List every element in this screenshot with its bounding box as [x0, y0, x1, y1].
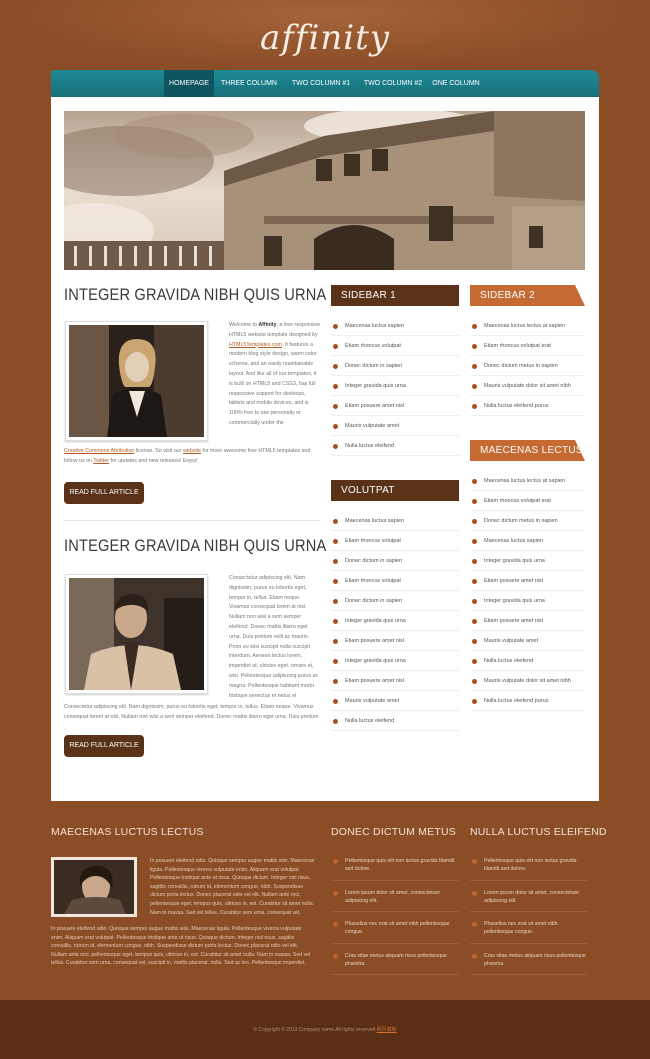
woman-portrait-photo [54, 860, 134, 914]
footer-col-3-link[interactable]: Lorem ipsum dolor sit amet, consectetuer… [470, 889, 588, 913]
hero-banner-image [64, 111, 585, 270]
businessman-photo [69, 578, 204, 690]
site-logo[interactable]: affinity [0, 18, 650, 58]
post-image-businesswoman [65, 321, 208, 441]
sidebar-1-list: Maecenas luctus sapien Etiam rhoncus vol… [331, 316, 459, 456]
maecenas-link[interactable]: Integer gravida quis urna [470, 591, 585, 611]
sidebar-1-link[interactable]: Mauris vulputate amet [331, 416, 459, 436]
copyright-link[interactable]: 网页模板 [377, 1027, 397, 1033]
sidebar-1-link[interactable]: Maecenas luctus sapien [331, 316, 459, 336]
sidebar-1-link[interactable]: Nulla luctus eleifend [331, 436, 459, 456]
copyright-text: © Copyright © 2013 Company name All righ… [253, 1027, 397, 1033]
nav-item-two-column-1[interactable]: TWO COLUMN #1 [287, 70, 355, 97]
footer-col-2-heading: DONEC DICTUM METUS [331, 826, 456, 838]
creative-commons-link[interactable]: Creative Commons Attribution [64, 448, 134, 454]
footer-col-1-heading: MAECENAS LUCTUS LECTUS [51, 826, 204, 838]
businesswoman-photo [69, 325, 204, 437]
footer-col-2-link[interactable]: Cras vitae metus aliquam risus pellentes… [331, 952, 459, 976]
volutpat-link[interactable]: Maecenas luctus sapien [331, 511, 459, 531]
maecenas-link[interactable]: Etiam posuere amet nisl [470, 611, 585, 631]
sidebar-2-link[interactable]: Etiam rhoncus volutpat erat [470, 336, 585, 356]
sidebar-1-link[interactable]: Etiam posuere amet nisl [331, 396, 459, 416]
post-title[interactable]: INTEGER GRAVIDA NIBH QUIS URNA [64, 536, 326, 556]
maecenas-link[interactable]: Integer gravida quis urna [470, 551, 585, 571]
html5templates-link[interactable]: HTML5Templates.com [229, 342, 282, 348]
maecenas-lectus-heading: MAECENAS LECTUS [470, 440, 585, 461]
maecenas-link[interactable]: Mauris vulputate amet [470, 631, 585, 651]
building-illustration [64, 111, 585, 270]
volutpat-link[interactable]: Etiam rhoncus volutpat [331, 571, 459, 591]
post-title[interactable]: INTEGER GRAVIDA NIBH QUIS URNA [64, 285, 326, 305]
nav-item-three-column[interactable]: THREE COLUMN [219, 70, 279, 97]
volutpat-link[interactable]: Integer gravida quis urna [331, 611, 459, 631]
volutpat-link[interactable]: Mauris vulputate amet [331, 691, 459, 711]
sidebar-2-link[interactable]: Mauris vulputate dolor sit amet nibh [470, 376, 585, 396]
footer-col-3-link[interactable]: Pellentesque quis elit non lectus gravid… [470, 857, 588, 881]
volutpat-list: Maecenas luctus sapien Etiam rhoncus vol… [331, 511, 459, 731]
maecenas-link[interactable]: Etiam rhoncus volutpat erat [470, 491, 585, 511]
post-divider [64, 520, 321, 521]
footer-col-3-heading: NULLA LUCTUS ELEIFEND [470, 826, 607, 838]
post-excerpt-1a: Welcome to Affinity, a free responsive H… [229, 322, 321, 426]
sidebar-2-list: Maecenas luctus lectus at sapien Etiam r… [470, 316, 585, 416]
footer-col-3-list: Pellentesque quis elit non lectus gravid… [470, 857, 588, 983]
twitter-link[interactable]: Twitter [93, 458, 109, 464]
post-excerpt-2b: Consectetur adipiscing elit. Nam digniss… [64, 704, 319, 720]
volutpat-link[interactable]: Etiam posuere amet nisl [331, 671, 459, 691]
nav-item-two-column-2[interactable]: TWO COLUMN #2 [359, 70, 427, 97]
footer-avatar-image [51, 857, 137, 917]
nav-item-one-column[interactable]: ONE COLUMN [431, 70, 481, 97]
volutpat-link[interactable]: Integer gravida quis urna [331, 651, 459, 671]
footer-col-2-link[interactable]: Phasellus nec erat sit amet nibh pellent… [331, 920, 459, 944]
maecenas-link[interactable]: Nulla luctus eleifend [470, 651, 585, 671]
footer-col-2-list: Pellentesque quis elit non lectus gravid… [331, 857, 459, 983]
maecenas-link[interactable]: Donec dictum metus in sapien [470, 511, 585, 531]
maecenas-lectus-list: Maecenas luctus lectus at sapien Etiam r… [470, 471, 585, 711]
sidebar-2-link[interactable]: Donec dictum metus in sapien [470, 356, 585, 376]
footer-col-2-link[interactable]: Pellentesque quis elit non lectus gravid… [331, 857, 459, 881]
post-excerpt-1b: Creative Commons Attribution license. So… [64, 448, 311, 464]
volutpat-link[interactable]: Donec dictum in sapien [331, 591, 459, 611]
footer-col-3-link[interactable]: Cras vitae metus aliquam risus pellentes… [470, 952, 588, 976]
sidebar-2-heading: SIDEBAR 2 [470, 285, 585, 306]
sidebar-2-link[interactable]: Nulla luctus eleifend purus [470, 396, 585, 416]
volutpat-link[interactable]: Nulla luctus eleifend [331, 711, 459, 731]
nav-item-homepage[interactable]: HOMEPAGE [164, 70, 214, 97]
volutpat-link[interactable]: Donec dictum in sapien [331, 551, 459, 571]
post-image-businessman [65, 574, 208, 694]
sidebar-1-link[interactable]: Integer gravida quis urna [331, 376, 459, 396]
volutpat-link[interactable]: Etiam posuere amet nisl [331, 631, 459, 651]
sidebar-1-link[interactable]: Etiam rhoncus volutpat [331, 336, 459, 356]
maecenas-link[interactable]: Nulla luctus eleifend purus [470, 691, 585, 711]
volutpat-link[interactable]: Etiam rhoncus volutpat [331, 531, 459, 551]
maecenas-link[interactable]: Mauris vulputate dolor sit amet nibh [470, 671, 585, 691]
footer-col-1-text-b: In posuere eleifend odio. Quisque semper… [51, 926, 311, 969]
maecenas-link[interactable]: Maecenas luctus sapien [470, 531, 585, 551]
read-full-article-button[interactable]: READ FULL ARTICLE [64, 735, 144, 757]
sidebar-1-heading: SIDEBAR 1 [331, 285, 459, 306]
footer-col-3-link[interactable]: Phasellus nec erat sit amet nibh pellent… [470, 920, 588, 944]
sidebar-2-link[interactable]: Maecenas luctus lectus at sapien [470, 316, 585, 336]
maecenas-link[interactable]: Etiam posuere amet nisl [470, 571, 585, 591]
footer-col-2-link[interactable]: Lorem ipsum dolor sit amet, consectetuer… [331, 889, 459, 913]
sidebar-1-link[interactable]: Donec dictum in sapien [331, 356, 459, 376]
maecenas-link[interactable]: Maecenas luctus lectus at sapien [470, 471, 585, 491]
volutpat-heading: VOLUTPAT [331, 480, 459, 501]
post-excerpt-2a: Consectetur adipiscing elit. Nam digniss… [229, 575, 319, 699]
main-navigation: HOMEPAGE THREE COLUMN TWO COLUMN #1 TWO … [51, 70, 599, 97]
website-link[interactable]: website [183, 448, 201, 454]
read-full-article-button[interactable]: READ FULL ARTICLE [64, 482, 144, 504]
footer-col-1-text-a: In posuere eleifend odio. Quisque semper… [150, 858, 315, 916]
